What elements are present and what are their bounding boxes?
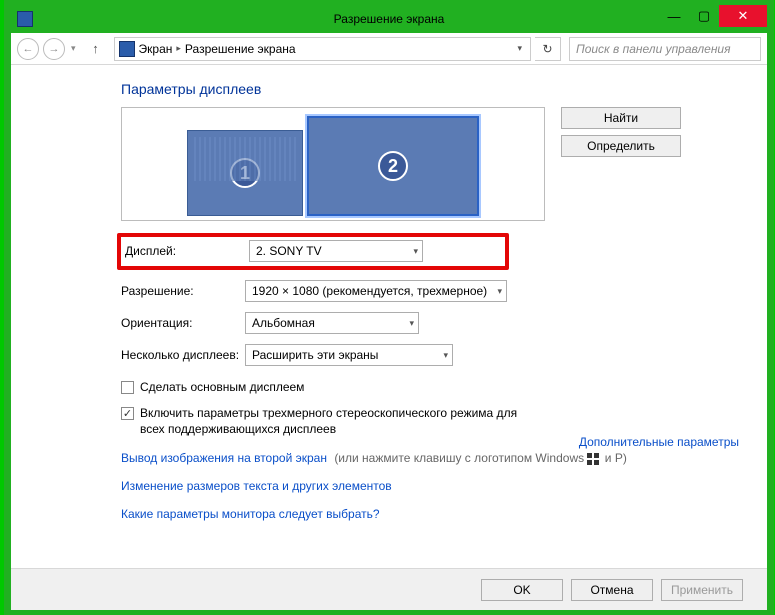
window-frame: Разрешение экрана — ▢ ✕ ← → ▾ ↑ Экран ▸ … [10, 4, 768, 611]
breadcrumb-separator-icon: ▸ [176, 43, 181, 54]
chevron-down-icon: ▾ [443, 350, 448, 361]
breadcrumb-screen[interactable]: Экран [139, 42, 173, 56]
address-icon [119, 41, 135, 57]
chevron-down-icon: ▾ [409, 318, 414, 329]
windows-key-icon [587, 453, 601, 465]
text-size-link[interactable]: Изменение размеров текста и других элеме… [121, 479, 392, 493]
nav-history-dropdown[interactable]: ▾ [69, 43, 78, 54]
display-label: Дисплей: [125, 244, 249, 258]
maximize-button[interactable]: ▢ [689, 5, 719, 27]
ok-button[interactable]: OK [481, 579, 563, 601]
which-settings-link[interactable]: Какие параметры монитора следует выбрать… [121, 507, 380, 521]
content-area: Параметры дисплеев 1 2 Найти Определить … [11, 65, 767, 521]
orientation-select[interactable]: Альбомная ▾ [245, 312, 419, 334]
advanced-settings-link[interactable]: Дополнительные параметры [579, 435, 739, 449]
breadcrumb-resolution[interactable]: Разрешение экрана [185, 42, 296, 56]
multiple-displays-select[interactable]: Расширить эти экраны ▾ [245, 344, 453, 366]
chevron-down-icon: ▾ [497, 286, 502, 297]
resolution-label: Разрешение: [121, 284, 245, 298]
minimize-button[interactable]: — [659, 5, 689, 27]
nav-back-button[interactable]: ← [17, 38, 39, 60]
make-primary-label: Сделать основным дисплеем [140, 380, 304, 394]
find-button[interactable]: Найти [561, 107, 681, 129]
address-dropdown-icon[interactable]: ▾ [513, 43, 526, 54]
stereo-checkbox[interactable]: ✓ [121, 407, 134, 420]
orientation-label: Ориентация: [121, 316, 245, 330]
close-button[interactable]: ✕ [719, 5, 767, 27]
dialog-footer: OK Отмена Применить [11, 568, 767, 610]
resolution-select[interactable]: 1920 × 1080 (рекомендуется, трехмерное) … [245, 280, 507, 302]
resolution-select-value: 1920 × 1080 (рекомендуется, трехмерное) [252, 284, 487, 298]
window-title: Разрешение экрана [11, 12, 767, 26]
navigation-bar: ← → ▾ ↑ Экран ▸ Разрешение экрана ▾ ↻ По… [11, 33, 767, 65]
display-select[interactable]: 2. SONY TV ▾ [249, 240, 423, 262]
address-bar[interactable]: Экран ▸ Разрешение экрана ▾ [114, 37, 531, 61]
monitor-1[interactable]: 1 [187, 130, 303, 216]
cancel-button[interactable]: Отмена [571, 579, 653, 601]
identify-button[interactable]: Определить [561, 135, 681, 157]
display-preview[interactable]: 1 2 [121, 107, 545, 221]
make-primary-checkbox[interactable] [121, 381, 134, 394]
nav-forward-button[interactable]: → [43, 38, 65, 60]
monitor-1-number: 1 [230, 158, 260, 188]
multiple-displays-label: Несколько дисплеев: [121, 348, 245, 362]
apply-button[interactable]: Применить [661, 579, 743, 601]
display-select-value: 2. SONY TV [256, 244, 322, 258]
project-hint: (или нажмите клавишу с логотипом Windows… [334, 451, 627, 465]
orientation-select-value: Альбомная [252, 316, 315, 330]
monitor-2-number: 2 [378, 151, 408, 181]
highlighted-region: Дисплей: 2. SONY TV ▾ [117, 233, 509, 270]
search-input[interactable]: Поиск в панели управления [569, 37, 761, 61]
titlebar[interactable]: Разрешение экрана — ▢ ✕ [11, 5, 767, 33]
page-title: Параметры дисплеев [121, 81, 739, 97]
chevron-down-icon: ▾ [413, 246, 418, 257]
multiple-displays-value: Расширить эти экраны [252, 348, 378, 362]
refresh-button[interactable]: ↻ [535, 37, 561, 61]
monitor-2[interactable]: 2 [307, 116, 479, 216]
nav-up-button[interactable]: ↑ [86, 39, 106, 59]
project-link[interactable]: Вывод изображения на второй экран [121, 451, 327, 465]
stereo-label: Включить параметры трехмерного стереоско… [140, 406, 520, 437]
